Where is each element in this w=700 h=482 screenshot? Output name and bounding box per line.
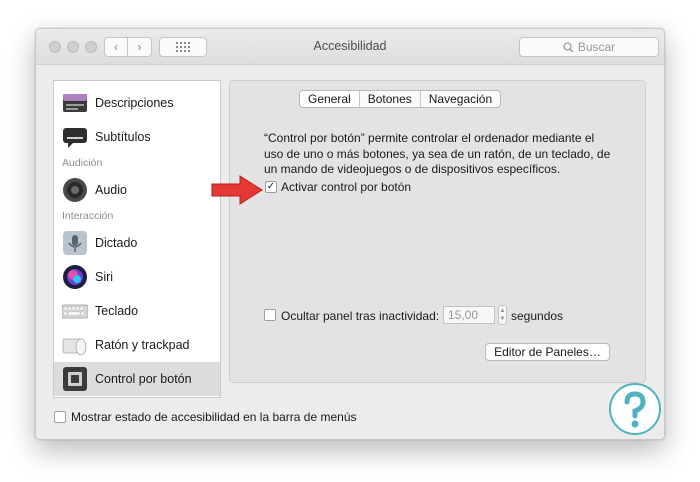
stepper-down-icon: ▼	[499, 316, 506, 322]
sidebar-item-label: Teclado	[95, 304, 139, 318]
keyboard-icon	[62, 304, 88, 319]
subtitles-icon	[63, 128, 87, 148]
menu-bar-status-label: Mostrar estado de accesibilidad en la ba…	[71, 410, 357, 424]
search-field[interactable]: Buscar	[519, 37, 659, 57]
tab-bar: General Botones Navegación	[299, 90, 502, 108]
title-bar: ‹ › Accesibilidad Buscar	[36, 29, 664, 65]
sidebar-item-label: Ratón y trackpad	[95, 338, 190, 352]
sidebar-item-dictado[interactable]: Dictado	[54, 226, 220, 260]
description-text: “Control por botón” permite controlar el…	[264, 131, 611, 176]
sidebar-item-audio[interactable]: Audio	[54, 173, 220, 207]
tab-navegacion[interactable]: Navegación	[419, 91, 500, 107]
sidebar-item-control-por-boton[interactable]: Control por botón	[54, 362, 220, 396]
speaker-icon	[63, 178, 87, 202]
siri-icon	[63, 265, 87, 289]
sidebar-item-descripciones[interactable]: Descripciones	[54, 86, 220, 120]
seconds-label: segundos	[511, 309, 564, 323]
hide-panel-label: Ocultar panel tras inactividad:	[281, 309, 440, 323]
menu-bar-status-checkbox[interactable]	[54, 411, 66, 423]
sidebar-item-label: Audio	[95, 183, 127, 197]
watermark-logo-icon	[609, 383, 661, 435]
section-header-interaccion: Interacción	[62, 210, 114, 222]
sidebar-item-siri[interactable]: Siri	[54, 260, 220, 294]
section-header-audicion: Audición	[62, 157, 103, 169]
stepper-up-icon: ▲	[499, 308, 506, 314]
search-icon	[563, 41, 574, 52]
content-panel	[229, 80, 646, 383]
hide-panel-checkbox[interactable]	[264, 309, 276, 321]
checkmark-icon: ✓	[266, 181, 276, 192]
sidebar-item-subtitulos[interactable]: Subtítulos	[54, 120, 220, 154]
sidebar-item-teclado[interactable]: Teclado	[54, 294, 220, 328]
red-arrow-icon	[211, 175, 263, 205]
enable-switch-control-checkbox[interactable]: ✓	[265, 181, 277, 193]
sidebar-item-label: Control por botón	[95, 372, 192, 386]
sidebar: Descripciones Subtítulos Audición Audio …	[53, 80, 221, 398]
microphone-icon	[63, 231, 87, 255]
sidebar-item-label: Subtítulos	[95, 130, 151, 144]
search-placeholder: Buscar	[577, 40, 616, 54]
switch-control-icon	[63, 367, 87, 391]
sidebar-item-label: Descripciones	[95, 96, 174, 110]
tab-general[interactable]: General	[300, 91, 359, 107]
enable-switch-control-label: Activar control por botón	[281, 180, 412, 194]
mouse-trackpad-icon	[62, 338, 87, 356]
inactivity-seconds-input[interactable]: 15,00	[443, 306, 495, 324]
sidebar-item-raton-trackpad[interactable]: Ratón y trackpad	[54, 328, 220, 362]
tab-botones[interactable]: Botones	[358, 91, 420, 107]
descriptions-icon	[63, 94, 87, 112]
inactivity-seconds-stepper[interactable]: ▲ ▼	[498, 305, 507, 325]
sidebar-item-label: Dictado	[95, 236, 138, 250]
panel-editor-button[interactable]: Editor de Paneles…	[485, 343, 610, 361]
sidebar-item-label: Siri	[95, 270, 114, 284]
